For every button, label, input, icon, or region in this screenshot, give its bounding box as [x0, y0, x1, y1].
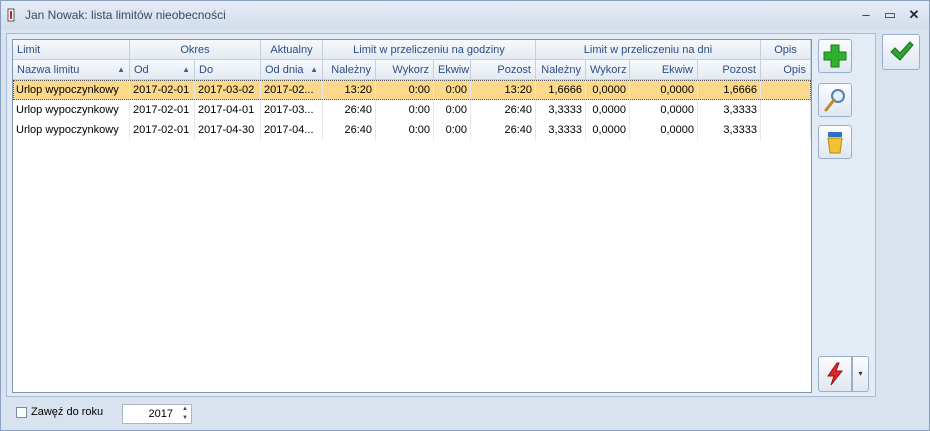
cell-hours-ekwiw: 0:00	[434, 100, 471, 120]
cell-days-pozost: 3,3333	[698, 100, 761, 120]
column-header-hours-nalezny[interactable]: Należny	[323, 60, 376, 80]
ok-button[interactable]	[882, 34, 920, 70]
cell-od: 2017-02-01	[130, 100, 195, 120]
cell-hours-ekwiw: 0:00	[434, 80, 471, 100]
cell-days-ekwiw: 0,0000	[630, 80, 698, 100]
cell-hours-ekwiw: 0:00	[434, 120, 471, 140]
column-header-label: Nazwa limitu	[17, 64, 80, 76]
limits-grid[interactable]: Limit Okres Aktualny Limit w przeliczeni…	[12, 39, 812, 393]
cell-days-pozost: 1,6666	[698, 80, 761, 100]
column-header-od[interactable]: Od ▲	[130, 60, 195, 80]
cell-days-ekwiw: 0,0000	[630, 100, 698, 120]
sort-ascending-icon: ▲	[117, 65, 125, 74]
cell-hours-wykorz: 0:00	[376, 80, 434, 100]
plus-icon	[823, 44, 847, 68]
operations-button[interactable]	[818, 356, 852, 392]
cell-days-nalezny: 3,3333	[536, 100, 586, 120]
sort-ascending-icon: ▲	[182, 65, 190, 74]
year-spinner-value[interactable]: 2017	[123, 405, 177, 423]
cell-do: 2017-04-01	[195, 100, 261, 120]
column-header-od-dnia[interactable]: Od dnia ▲	[261, 60, 323, 80]
column-header-days-nalezny[interactable]: Należny	[536, 60, 586, 80]
cell-hours-pozost: 26:40	[471, 120, 536, 140]
maximize-button[interactable]: ▭	[881, 6, 899, 24]
lightning-icon	[827, 362, 844, 386]
cell-od-dnia: 2017-02...	[261, 80, 323, 100]
cell-days-wykorz: 0,0000	[586, 100, 630, 120]
cell-nazwa-limitu: Urlop wypoczynkowy	[13, 80, 130, 100]
column-header-days-wykorz[interactable]: Wykorz	[586, 60, 630, 80]
table-row[interactable]: Urlop wypoczynkowy 2017-02-01 2017-04-30…	[13, 120, 811, 140]
column-header-do[interactable]: Do	[195, 60, 261, 80]
cell-od: 2017-02-01	[130, 120, 195, 140]
column-header-hours-wykorz[interactable]: Wykorz	[376, 60, 434, 80]
column-header-hours-ekwiw[interactable]: Ekwiw	[434, 60, 471, 80]
group-header-hours: Limit w przeliczeniu na godziny	[323, 40, 536, 60]
cell-hours-nalezny: 26:40	[323, 100, 376, 120]
group-header-okres: Okres	[130, 40, 261, 60]
magnifier-icon	[824, 89, 845, 112]
limits-window: Jan Nowak: lista limitów nieobecności – …	[0, 0, 930, 431]
trash-icon	[827, 132, 843, 154]
title-bar: Jan Nowak: lista limitów nieobecności – …	[1, 1, 929, 29]
cell-days-nalezny: 1,6666	[536, 80, 586, 100]
group-header-opis: Opis	[761, 40, 811, 60]
column-header-label: Od	[134, 64, 149, 76]
cell-days-wykorz: 0,0000	[586, 80, 630, 100]
cell-hours-pozost: 26:40	[471, 100, 536, 120]
cell-hours-pozost: 13:20	[471, 80, 536, 100]
add-button[interactable]	[818, 39, 852, 73]
group-header-days: Limit w przeliczeniu na dni	[536, 40, 761, 60]
cell-days-pozost: 3,3333	[698, 120, 761, 140]
cell-opis	[761, 80, 811, 100]
cell-opis	[761, 120, 811, 140]
checkmark-icon	[890, 41, 914, 61]
spin-up-button[interactable]: ▲	[179, 405, 191, 414]
cell-days-ekwiw: 0,0000	[630, 120, 698, 140]
filter-year-label[interactable]: Zawęź do roku	[31, 406, 103, 418]
cell-nazwa-limitu: Urlop wypoczynkowy	[13, 100, 130, 120]
edit-button[interactable]	[818, 83, 852, 117]
cell-opis	[761, 100, 811, 120]
cell-hours-wykorz: 0:00	[376, 100, 434, 120]
operations-dropdown-button[interactable]: ▾	[852, 356, 869, 392]
group-header-limit: Limit	[13, 40, 130, 60]
table-row[interactable]: Urlop wypoczynkowy 2017-02-01 2017-04-01…	[13, 100, 811, 120]
group-header-aktualny: Aktualny	[261, 40, 323, 60]
column-header-label: Od dnia	[265, 64, 304, 76]
cell-od: 2017-02-01	[130, 80, 195, 100]
cell-do: 2017-04-30	[195, 120, 261, 140]
cell-nazwa-limitu: Urlop wypoczynkowy	[13, 120, 130, 140]
cell-od-dnia: 2017-04...	[261, 120, 323, 140]
delete-button[interactable]	[818, 125, 852, 159]
cell-days-nalezny: 3,3333	[536, 120, 586, 140]
column-header-hours-pozost[interactable]: Pozost	[471, 60, 536, 80]
cell-hours-nalezny: 13:20	[323, 80, 376, 100]
column-header-days-ekwiw[interactable]: Ekwiw	[630, 60, 698, 80]
close-button[interactable]: ✕	[905, 6, 923, 24]
cell-days-wykorz: 0,0000	[586, 120, 630, 140]
cell-do: 2017-03-02	[195, 80, 261, 100]
year-spinner[interactable]: 2017 ▲ ▼	[122, 404, 192, 424]
minimize-button[interactable]: –	[857, 6, 875, 24]
column-header-opis[interactable]: Opis	[761, 60, 811, 80]
spin-down-button[interactable]: ▼	[179, 414, 191, 423]
column-header-days-pozost[interactable]: Pozost	[698, 60, 761, 80]
column-header-nazwa-limitu[interactable]: Nazwa limitu ▲	[13, 60, 130, 80]
app-icon	[7, 8, 15, 22]
cell-hours-nalezny: 26:40	[323, 120, 376, 140]
window-title: Jan Nowak: lista limitów nieobecności	[25, 8, 226, 22]
cell-od-dnia: 2017-03...	[261, 100, 323, 120]
sort-ascending-icon: ▲	[310, 65, 318, 74]
filter-year-checkbox[interactable]	[16, 407, 27, 418]
table-row[interactable]: Urlop wypoczynkowy 2017-02-01 2017-03-02…	[13, 80, 811, 100]
cell-hours-wykorz: 0:00	[376, 120, 434, 140]
